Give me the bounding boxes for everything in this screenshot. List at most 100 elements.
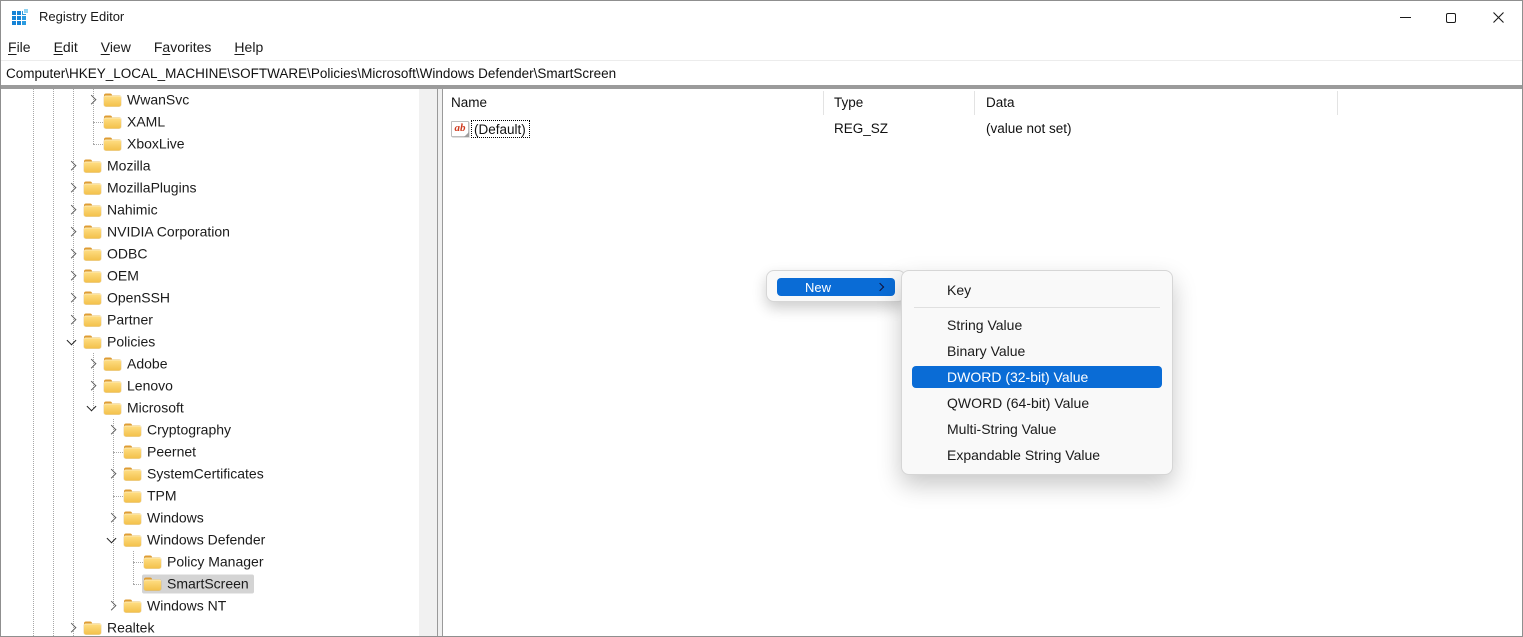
tree-item-mozilla[interactable]: Mozilla <box>1 155 419 177</box>
tree-item-odbc[interactable]: ODBC <box>1 243 419 265</box>
submenu-item-expandable-string-value[interactable]: Expandable String Value <box>902 442 1172 468</box>
tree-key[interactable]: XAML <box>102 113 170 132</box>
tree-key[interactable]: Policies <box>82 333 160 352</box>
tree-key[interactable]: SystemCertificates <box>122 465 269 484</box>
tree-key[interactable]: NVIDIA Corporation <box>82 223 235 242</box>
tree-key[interactable]: Adobe <box>102 355 172 374</box>
submenu-item-dword-32-bit-value[interactable]: DWORD (32-bit) Value <box>912 366 1162 388</box>
tree-item-cryptography[interactable]: Cryptography <box>1 419 419 441</box>
tree-key[interactable]: ODBC <box>82 245 152 264</box>
tree-item-windows-nt[interactable]: Windows NT <box>1 595 419 617</box>
tree-key[interactable]: Mozilla <box>82 157 156 176</box>
chevron-right-icon[interactable] <box>67 623 77 633</box>
chevron-right-icon[interactable] <box>67 315 77 325</box>
chevron-right-icon[interactable] <box>107 425 117 435</box>
tree-item-xboxlive[interactable]: XboxLive <box>1 133 419 155</box>
chevron-right-icon[interactable] <box>87 359 97 369</box>
menu-help[interactable]: Help <box>234 39 263 55</box>
tree-key[interactable]: Realtek <box>82 619 159 637</box>
column-header-type[interactable]: Type <box>834 89 863 116</box>
tree-item-mozillaplugins[interactable]: MozillaPlugins <box>1 177 419 199</box>
tree-item-wwansvc[interactable]: WwanSvc <box>1 89 419 111</box>
tree-key[interactable]: TPM <box>122 487 182 506</box>
tree-key[interactable]: XboxLive <box>102 135 190 154</box>
tree-key[interactable]: Microsoft <box>102 399 189 418</box>
maximize-button[interactable] <box>1428 1 1474 34</box>
chevron-right-icon[interactable] <box>107 601 117 611</box>
tree-item-nvidia-corporation[interactable]: NVIDIA Corporation <box>1 221 419 243</box>
column-header-name[interactable]: Name <box>451 89 487 116</box>
chevron-right-icon[interactable] <box>67 161 77 171</box>
tree-key[interactable]: Windows NT <box>122 597 231 616</box>
column-separator[interactable] <box>974 91 975 115</box>
tree-key[interactable]: Policy Manager <box>142 553 269 572</box>
tree-item-windows[interactable]: Windows <box>1 507 419 529</box>
column-header-data[interactable]: Data <box>986 89 1015 116</box>
tree-key[interactable]: OEM <box>82 267 144 286</box>
tree-item-policy-manager[interactable]: Policy Manager <box>1 551 419 573</box>
chevron-right-icon[interactable] <box>107 513 117 523</box>
tree-key[interactable]: Peernet <box>122 443 201 462</box>
chevron-right-icon[interactable] <box>67 271 77 281</box>
tree-item-systemcertificates[interactable]: SystemCertificates <box>1 463 419 485</box>
submenu-item-qword-64-bit-value[interactable]: QWORD (64-bit) Value <box>902 390 1172 416</box>
tree-key[interactable]: Nahimic <box>82 201 163 220</box>
submenu-item-string-value[interactable]: String Value <box>902 312 1172 338</box>
tree-item-oem[interactable]: OEM <box>1 265 419 287</box>
folder-icon <box>124 446 141 459</box>
tree-item-adobe[interactable]: Adobe <box>1 353 419 375</box>
chevron-right-icon[interactable] <box>67 293 77 303</box>
tree-item-nahimic[interactable]: Nahimic <box>1 199 419 221</box>
chevron-right-icon[interactable] <box>67 183 77 193</box>
tree-item-policies[interactable]: Policies <box>1 331 419 353</box>
chevron-right-icon[interactable] <box>87 381 97 391</box>
tree-key[interactable]: Cryptography <box>122 421 236 440</box>
tree-item-realtek[interactable]: Realtek <box>1 617 419 636</box>
menu-edit[interactable]: Edit <box>54 39 78 55</box>
tree-item-tpm[interactable]: TPM <box>1 485 419 507</box>
chevron-right-icon[interactable] <box>87 95 97 105</box>
folder-icon <box>104 402 121 415</box>
submenu-item-multi-string-value[interactable]: Multi-String Value <box>902 416 1172 442</box>
tree-item-lenovo[interactable]: Lenovo <box>1 375 419 397</box>
address-bar[interactable]: Computer\HKEY_LOCAL_MACHINE\SOFTWARE\Pol… <box>1 62 1522 85</box>
menu-favorites[interactable]: Favorites <box>154 39 212 55</box>
minimize-button[interactable] <box>1382 1 1428 34</box>
submenu-item-key[interactable]: Key <box>902 277 1172 303</box>
tree-item-windows-defender[interactable]: Windows Defender <box>1 529 419 551</box>
tree-selected-key[interactable]: SmartScreen <box>142 575 254 594</box>
folder-icon <box>104 358 121 371</box>
new-label: New <box>805 279 877 296</box>
context-menu-item-new[interactable]: New <box>777 278 895 296</box>
tree-item-openssh[interactable]: OpenSSH <box>1 287 419 309</box>
chevron-down-icon[interactable] <box>67 336 77 346</box>
column-separator[interactable] <box>1337 91 1338 115</box>
tree-scrollbar[interactable] <box>419 89 437 636</box>
pane-splitter[interactable] <box>437 89 443 636</box>
tree-key[interactable]: MozillaPlugins <box>82 179 201 198</box>
chevron-right-icon[interactable] <box>67 249 77 259</box>
tree-key[interactable]: Partner <box>82 311 158 330</box>
tree-key[interactable]: Windows <box>122 509 209 528</box>
chevron-right-icon[interactable] <box>67 205 77 215</box>
menu-file[interactable]: File <box>8 39 31 55</box>
tree-key[interactable]: WwanSvc <box>102 91 194 110</box>
tree-key[interactable]: OpenSSH <box>82 289 175 308</box>
submenu-item-binary-value[interactable]: Binary Value <box>902 338 1172 364</box>
value-row[interactable]: ab(Default)REG_SZ(value not set) <box>444 117 1522 141</box>
column-separator[interactable] <box>823 91 824 115</box>
chevron-down-icon[interactable] <box>87 402 97 412</box>
chevron-down-icon[interactable] <box>107 534 117 544</box>
tree-item-smartscreen[interactable]: SmartScreen <box>1 573 419 595</box>
tree-item-label: TPM <box>147 489 177 504</box>
menu-view[interactable]: View <box>101 39 131 55</box>
chevron-right-icon[interactable] <box>107 469 117 479</box>
close-button[interactable] <box>1475 1 1521 34</box>
tree-key[interactable]: Lenovo <box>102 377 178 396</box>
chevron-right-icon[interactable] <box>67 227 77 237</box>
tree-item-xaml[interactable]: XAML <box>1 111 419 133</box>
tree-item-peernet[interactable]: Peernet <box>1 441 419 463</box>
tree-key[interactable]: Windows Defender <box>122 531 270 550</box>
tree-item-microsoft[interactable]: Microsoft <box>1 397 419 419</box>
tree-item-partner[interactable]: Partner <box>1 309 419 331</box>
